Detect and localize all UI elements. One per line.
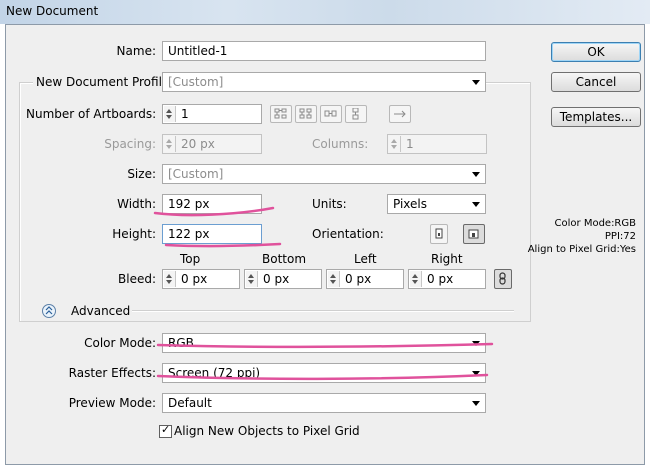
profile-dropdown[interactable]: [Custom] [162, 72, 486, 92]
align-pixel-grid-checkbox[interactable]: ✓ [159, 423, 172, 438]
preview-mode-dropdown[interactable]: Default [162, 393, 486, 413]
cancel-button[interactable]: Cancel [551, 72, 641, 92]
arrange-by-row-icon[interactable] [320, 105, 342, 123]
profile-dropdown-value: [Custom] [168, 75, 224, 89]
title-bar[interactable]: New Document [0, 0, 650, 24]
width-label: Width: [117, 197, 156, 211]
ok-button[interactable]: OK [551, 42, 641, 62]
color-mode-value: RGB [168, 336, 194, 350]
info-color-mode: Color Mode:RGB [554, 218, 636, 229]
preview-mode-value: Default [168, 396, 212, 410]
chevron-down-icon [472, 341, 480, 346]
bleed-left-stepper[interactable]: 0 px [326, 269, 404, 289]
color-mode-label: Color Mode: [84, 336, 156, 350]
grid-by-column-icon[interactable] [295, 105, 317, 123]
size-label: Size: [127, 167, 156, 181]
stepper-arrows-icon[interactable] [246, 271, 258, 287]
info-ppi: PPI:72 [604, 231, 636, 242]
height-input[interactable]: 122 px [162, 224, 262, 244]
spacing-label: Spacing: [104, 137, 156, 151]
grid-by-row-icon[interactable] [270, 105, 292, 123]
chevron-down-icon [472, 401, 480, 406]
spacing-stepper[interactable]: 20 px [162, 134, 262, 154]
profile-label: New Document Profile: [33, 75, 177, 89]
stepper-arrows-icon[interactable] [410, 271, 422, 287]
align-pixel-grid-label[interactable]: Align New Objects to Pixel Grid [174, 424, 360, 438]
artboards-label: Number of Artboards: [26, 107, 157, 121]
preview-mode-label: Preview Mode: [68, 396, 156, 410]
name-input-value: Untitled-1 [168, 44, 228, 58]
bleed-left-value: 0 px [345, 272, 372, 286]
name-input[interactable]: Untitled-1 [162, 41, 486, 61]
raster-effects-label: Raster Effects: [68, 366, 156, 380]
chevron-down-icon [472, 172, 480, 177]
stepper-arrows-icon[interactable] [164, 106, 176, 122]
color-mode-dropdown[interactable]: RGB [162, 333, 486, 353]
chevron-down-icon [472, 202, 480, 207]
bleed-right-label: Right [431, 252, 463, 266]
bleed-top-label: Top [180, 252, 201, 266]
width-input[interactable]: 192 px [162, 194, 262, 214]
artboards-stepper[interactable]: 1 [162, 104, 262, 124]
raster-effects-value: Screen (72 ppi) [168, 366, 261, 380]
stepper-arrows-icon[interactable] [164, 136, 176, 152]
bleed-right-value: 0 px [427, 272, 454, 286]
chevron-down-icon [472, 80, 480, 85]
templates-button[interactable]: Templates... [551, 107, 641, 127]
bleed-bottom-label: Bottom [262, 252, 307, 266]
height-value: 122 px [168, 227, 210, 241]
checkmark-icon: ✓ [161, 423, 171, 436]
bleed-bottom-stepper[interactable]: 0 px [244, 269, 322, 289]
columns-stepper[interactable]: 1 [387, 134, 487, 154]
chevron-down-icon [472, 371, 480, 376]
orientation-label: Orientation: [312, 227, 384, 241]
new-document-dialog: Name: Untitled-1 New Document Profile: [… [5, 24, 645, 465]
stepper-arrows-icon[interactable] [389, 136, 401, 152]
columns-label: Columns: [312, 137, 369, 151]
columns-value: 1 [406, 137, 414, 151]
units-dropdown[interactable]: Pixels [387, 194, 486, 214]
info-align-grid: Align to Pixel Grid:Yes [527, 244, 636, 255]
window-title: New Document [6, 4, 99, 18]
bleed-top-stepper[interactable]: 0 px [162, 269, 240, 289]
height-label: Height: [112, 227, 156, 241]
landscape-orientation-icon[interactable] [463, 224, 485, 244]
link-bleed-icon[interactable] [494, 269, 512, 289]
portrait-orientation-icon[interactable] [430, 224, 448, 244]
stepper-arrows-icon[interactable] [328, 271, 340, 287]
arrange-by-column-icon[interactable] [345, 105, 367, 123]
units-dropdown-value: Pixels [393, 197, 428, 211]
size-dropdown[interactable]: [Custom] [162, 164, 486, 184]
raster-effects-dropdown[interactable]: Screen (72 ppi) [162, 363, 486, 383]
bleed-left-label: Left [354, 252, 377, 266]
units-label: Units: [312, 197, 347, 211]
advanced-divider [132, 310, 514, 312]
stepper-arrows-icon[interactable] [164, 271, 176, 287]
collapse-advanced-icon[interactable] [42, 304, 56, 318]
bleed-label: Bleed: [118, 272, 156, 286]
spacing-value: 20 px [181, 137, 215, 151]
bleed-top-value: 0 px [181, 272, 208, 286]
bleed-bottom-value: 0 px [263, 272, 290, 286]
advanced-label: Advanced [71, 304, 131, 318]
bleed-right-stepper[interactable]: 0 px [408, 269, 486, 289]
name-label: Name: [116, 44, 156, 58]
artboards-value: 1 [181, 107, 189, 121]
layout-direction-arrow-icon[interactable] [389, 105, 411, 123]
width-value: 192 px [168, 197, 210, 211]
size-dropdown-value: [Custom] [168, 167, 224, 181]
